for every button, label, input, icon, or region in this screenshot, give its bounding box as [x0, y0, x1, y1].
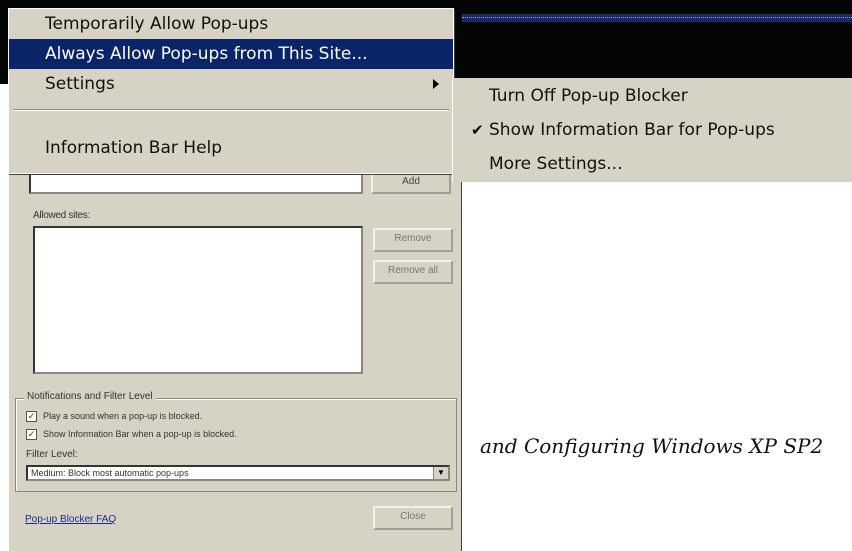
filter-level-select[interactable]: Medium: Block most automatic pop-ups ▼ [26, 465, 450, 481]
menu-item-label: Temporarily Allow Pop-ups [45, 14, 269, 34]
allowed-sites-label: Allowed sites: [33, 210, 90, 221]
show-info-bar-option[interactable]: ✓ Show Information Bar when a pop-up is b… [26, 429, 237, 441]
popup-blocker-faq-link[interactable]: Pop-up Blocker FAQ [25, 514, 116, 525]
page-caption: and Configuring Windows XP SP2 [480, 434, 824, 458]
popup-blocker-settings-dialog: Add Allowed sites: Remove Remove all Not… [8, 160, 462, 551]
website-address-input[interactable] [29, 172, 363, 194]
background-window-toolbar [462, 14, 852, 22]
menu-item-label: Settings [45, 74, 115, 94]
play-sound-label: Play a sound when a pop-up is blocked. [43, 411, 203, 421]
show-info-bar-checkbox[interactable]: ✓ [26, 429, 37, 441]
submenu-item-show-info-bar[interactable]: ✔ Show Information Bar for Pop-ups [453, 116, 852, 144]
menu-separator [13, 109, 449, 111]
information-bar-context-menu: Temporarily Allow Pop-ups Always Allow P… [8, 8, 454, 174]
close-button[interactable]: Close [373, 506, 453, 530]
remove-button[interactable]: Remove [373, 228, 453, 252]
play-sound-checkbox[interactable]: ✓ [26, 411, 37, 423]
notifications-filter-group: Notifications and Filter Level ✓ Play a s… [15, 391, 457, 492]
submenu-arrow-icon [433, 79, 439, 89]
play-sound-option[interactable]: ✓ Play a sound when a pop-up is blocked. [26, 411, 203, 423]
submenu-item-turn-off-blocker[interactable]: Turn Off Pop-up Blocker [453, 82, 852, 110]
menu-item-always-allow[interactable]: Always Allow Pop-ups from This Site... [9, 39, 453, 69]
notifications-group-title: Notifications and Filter Level [24, 391, 156, 402]
chevron-down-icon[interactable]: ▼ [433, 467, 448, 479]
show-info-bar-label: Show Information Bar when a pop-up is bl… [43, 429, 237, 439]
menu-item-temporarily-allow[interactable]: Temporarily Allow Pop-ups [9, 9, 453, 39]
menu-item-label: Always Allow Pop-ups from This Site... [45, 44, 368, 64]
submenu-item-label: More Settings... [489, 154, 623, 174]
checkmark-icon: ✔ [471, 121, 484, 139]
remove-all-button[interactable]: Remove all [373, 260, 453, 284]
submenu-item-label: Turn Off Pop-up Blocker [489, 86, 688, 106]
menu-item-label: Information Bar Help [45, 138, 223, 158]
menu-item-settings[interactable]: Settings [9, 69, 453, 99]
submenu-item-label: Show Information Bar for Pop-ups [489, 120, 775, 140]
settings-submenu: Turn Off Pop-up Blocker ✔ Show Informati… [452, 78, 852, 182]
filter-level-value: Medium: Block most automatic pop-ups [31, 468, 189, 478]
filter-level-label: Filter Level: [26, 449, 78, 460]
menu-item-information-bar-help[interactable]: Information Bar Help [9, 133, 453, 163]
submenu-item-more-settings[interactable]: More Settings... [453, 150, 852, 178]
allowed-sites-list[interactable] [33, 226, 363, 374]
